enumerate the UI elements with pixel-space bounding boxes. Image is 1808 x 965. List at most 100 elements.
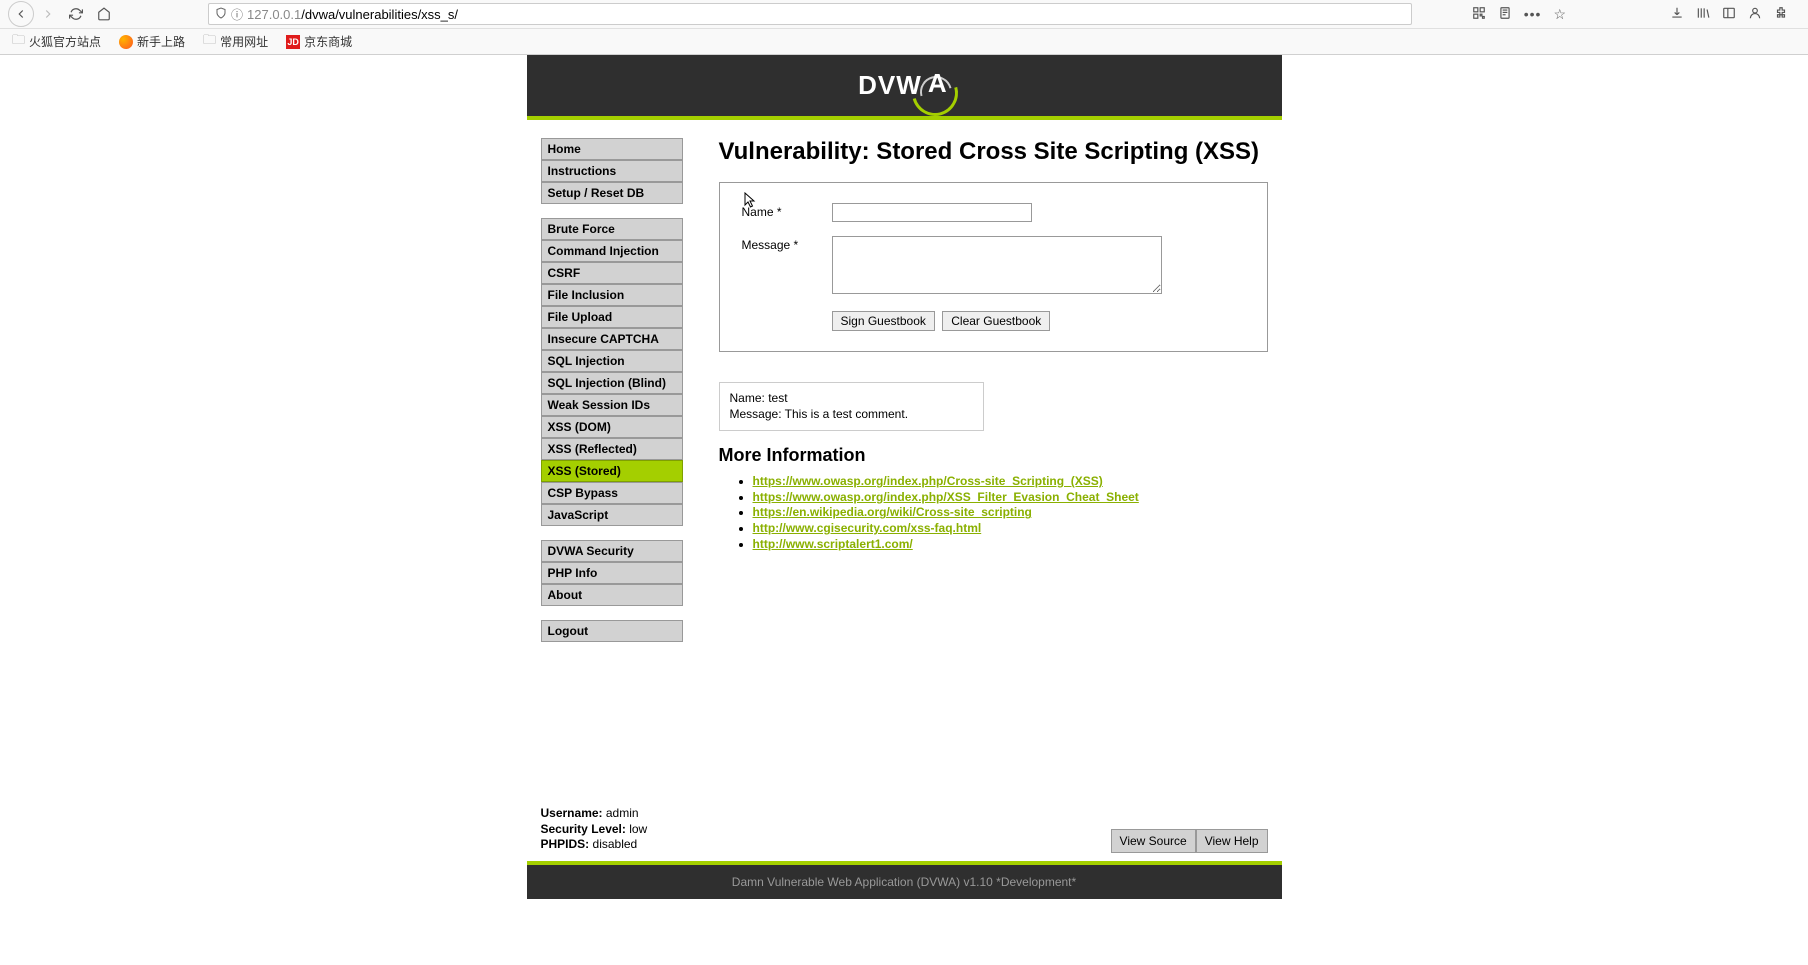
menu-item[interactable]: Logout: [541, 620, 683, 642]
view-help-button[interactable]: View Help: [1196, 829, 1268, 853]
menu-item[interactable]: SQL Injection (Blind): [541, 372, 683, 394]
list-item: http://www.cgisecurity.com/xss-faq.html: [753, 521, 1268, 537]
guestbook-form: Name * Message * Sign Guestbook Clear Gu…: [719, 182, 1268, 352]
security-value: low: [626, 822, 647, 836]
dvwa-footer-row: Username: admin Security Level: low PHPI…: [527, 806, 1282, 861]
sign-guestbook-button[interactable]: Sign Guestbook: [832, 311, 935, 331]
menu-item[interactable]: Brute Force: [541, 218, 683, 240]
message-textarea[interactable]: [832, 236, 1162, 294]
info-link[interactable]: https://www.owasp.org/index.php/XSS_Filt…: [753, 490, 1139, 504]
list-item: https://www.owasp.org/index.php/XSS_Filt…: [753, 490, 1268, 506]
username-value: admin: [603, 806, 639, 820]
menu-item[interactable]: Command Injection: [541, 240, 683, 262]
info-icon: ⓘ: [231, 6, 243, 23]
folder-icon: 🗀: [203, 31, 216, 53]
url-bar[interactable]: ⓘ 127.0.0.1/dvwa/vulnerabilities/xss_s/: [208, 3, 1412, 25]
reload-button[interactable]: [62, 2, 90, 26]
list-item: http://www.scriptalert1.com/: [753, 537, 1268, 553]
guestbook-entry: Name: test Message: This is a test comme…: [719, 382, 984, 431]
firefox-icon: [119, 35, 133, 49]
menu-item[interactable]: Instructions: [541, 160, 683, 182]
menu-item[interactable]: Home: [541, 138, 683, 160]
name-input[interactable]: [832, 203, 1032, 222]
nav-bar: ⓘ 127.0.0.1/dvwa/vulnerabilities/xss_s/ …: [0, 0, 1808, 28]
bookmark-item-0[interactable]: 🗀 火狐官方站点: [8, 29, 105, 55]
browser-chrome: ⓘ 127.0.0.1/dvwa/vulnerabilities/xss_s/ …: [0, 0, 1808, 55]
library-icon[interactable]: [1696, 6, 1710, 23]
menu-item[interactable]: About: [541, 584, 683, 606]
sidebar-icon[interactable]: [1722, 6, 1736, 23]
menu-item[interactable]: XSS (Reflected): [541, 438, 683, 460]
menu-item[interactable]: CSP Bypass: [541, 482, 683, 504]
qr-icon[interactable]: [1472, 6, 1486, 23]
name-label: Name *: [740, 197, 828, 228]
bookmark-item-3[interactable]: JD 京东商城: [282, 31, 356, 52]
menu-group-1: HomeInstructionsSetup / Reset DB: [541, 138, 683, 204]
menu-group-4: Logout: [541, 620, 683, 642]
menu-item[interactable]: Weak Session IDs: [541, 394, 683, 416]
menu-item[interactable]: XSS (DOM): [541, 416, 683, 438]
menu-item[interactable]: JavaScript: [541, 504, 683, 526]
bookmarks-bar: 🗀 火狐官方站点 新手上路 🗀 常用网址 JD 京东商城: [0, 28, 1808, 54]
entry-message-value: This is a test comment.: [785, 407, 908, 421]
bookmark-label: 新手上路: [137, 33, 185, 50]
clear-guestbook-button[interactable]: Clear Guestbook: [942, 311, 1050, 331]
menu-group-3: DVWA SecurityPHP InfoAbout: [541, 540, 683, 606]
info-link[interactable]: https://en.wikipedia.org/wiki/Cross-site…: [753, 505, 1032, 519]
dvwa-container: DVW A HomeInstructionsSetup / Reset DB B…: [527, 55, 1282, 899]
menu-item[interactable]: XSS (Stored): [541, 460, 683, 482]
menu-item[interactable]: DVWA Security: [541, 540, 683, 562]
phpids-label: PHPIDS:: [541, 837, 590, 851]
menu-item[interactable]: Setup / Reset DB: [541, 182, 683, 204]
view-source-button[interactable]: View Source: [1111, 829, 1196, 853]
shield-icon: [215, 7, 227, 22]
phpids-value: disabled: [589, 837, 637, 851]
sidebar: HomeInstructionsSetup / Reset DB Brute F…: [541, 138, 683, 656]
more-icon[interactable]: •••: [1524, 6, 1542, 22]
bookmark-label: 火狐官方站点: [29, 33, 101, 50]
info-link[interactable]: https://www.owasp.org/index.php/Cross-si…: [753, 474, 1103, 488]
reader-icon[interactable]: [1498, 6, 1512, 23]
url-text: 127.0.0.1/dvwa/vulnerabilities/xss_s/: [247, 7, 458, 22]
menu-item[interactable]: CSRF: [541, 262, 683, 284]
bookmark-item-1[interactable]: 新手上路: [115, 31, 189, 52]
menu-group-2: Brute ForceCommand InjectionCSRFFile Inc…: [541, 218, 683, 526]
security-label: Security Level:: [541, 822, 626, 836]
menu-item[interactable]: PHP Info: [541, 562, 683, 584]
bookmark-label: 常用网址: [220, 33, 268, 50]
menu-item[interactable]: SQL Injection: [541, 350, 683, 372]
menu-item[interactable]: File Upload: [541, 306, 683, 328]
list-item: https://www.owasp.org/index.php/Cross-si…: [753, 474, 1268, 490]
info-link-list: https://www.owasp.org/index.php/Cross-si…: [719, 474, 1268, 552]
username-label: Username:: [541, 806, 603, 820]
message-label: Message *: [740, 230, 828, 303]
bookmark-item-2[interactable]: 🗀 常用网址: [199, 29, 272, 55]
info-link[interactable]: http://www.cgisecurity.com/xss-faq.html: [753, 521, 982, 535]
info-link[interactable]: http://www.scriptalert1.com/: [753, 537, 913, 551]
main-content: Vulnerability: Stored Cross Site Scripti…: [719, 138, 1268, 656]
status-info: Username: admin Security Level: low PHPI…: [541, 806, 648, 853]
entry-message-prefix: Message:: [730, 407, 785, 421]
toolbar-right: ••• ☆: [1472, 6, 1800, 23]
page-area: DVW A HomeInstructionsSetup / Reset DB B…: [0, 55, 1808, 899]
dvwa-body: HomeInstructionsSetup / Reset DB Brute F…: [527, 120, 1282, 666]
jd-icon: JD: [286, 35, 300, 49]
menu-item[interactable]: Insecure CAPTCHA: [541, 328, 683, 350]
more-info-heading: More Information: [719, 445, 1268, 466]
back-button[interactable]: [8, 1, 34, 27]
bookmark-star-icon[interactable]: ☆: [1553, 6, 1566, 23]
entry-name-prefix: Name:: [730, 391, 769, 405]
bottom-bar: Damn Vulnerable Web Application (DVWA) v…: [527, 861, 1282, 899]
home-button[interactable]: [90, 2, 118, 26]
forward-button[interactable]: [34, 2, 62, 26]
list-item: https://en.wikipedia.org/wiki/Cross-site…: [753, 505, 1268, 521]
extension-icon[interactable]: [1774, 6, 1788, 23]
dvwa-logo: DVW A: [858, 70, 950, 101]
entry-name-value: test: [768, 391, 787, 405]
account-icon[interactable]: [1748, 6, 1762, 23]
folder-icon: 🗀: [12, 31, 25, 53]
menu-item[interactable]: File Inclusion: [541, 284, 683, 306]
download-icon[interactable]: [1670, 6, 1684, 23]
dvwa-header: DVW A: [527, 55, 1282, 120]
bookmark-label: 京东商城: [304, 33, 352, 50]
